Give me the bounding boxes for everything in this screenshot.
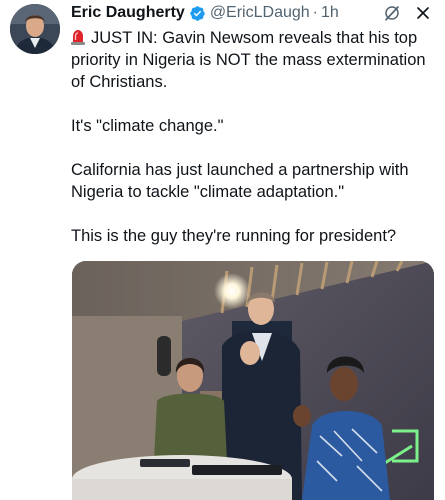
tweet-paragraph-1: JUST IN: Gavin Newsom reveals that his t… xyxy=(71,27,431,93)
avatar-photo xyxy=(10,4,60,54)
author-handle[interactable]: @EricLDaugh xyxy=(210,4,310,22)
separator-dot: · xyxy=(312,4,318,21)
tweet-media-photo[interactable] xyxy=(72,261,434,500)
avatar[interactable] xyxy=(10,4,60,54)
close-icon[interactable] xyxy=(413,3,433,23)
grok-icon[interactable] xyxy=(383,4,401,22)
verified-badge-icon xyxy=(189,5,206,22)
author-name[interactable]: Eric Daugherty xyxy=(71,4,185,22)
tweet-paragraph-4: This is the guy they're running for pres… xyxy=(71,227,397,245)
tweet-paragraph-2: It's "climate change." xyxy=(71,117,224,135)
siren-emoji-icon xyxy=(71,29,85,45)
timestamp[interactable]: 1h xyxy=(321,4,339,22)
tweet-line-1: JUST IN: Gavin Newsom reveals that his t… xyxy=(71,29,426,91)
tweet-card[interactable]: Eric Daugherty @EricLDaugh · 1h JUST IN:… xyxy=(0,0,445,500)
tweet-header: Eric Daugherty @EricLDaugh · 1h xyxy=(71,2,339,24)
photo-scene xyxy=(72,261,434,500)
tweet-paragraph-3: California has just launched a partnersh… xyxy=(71,161,409,201)
tweet-text: JUST IN: Gavin Newsom reveals that his t… xyxy=(71,27,431,247)
